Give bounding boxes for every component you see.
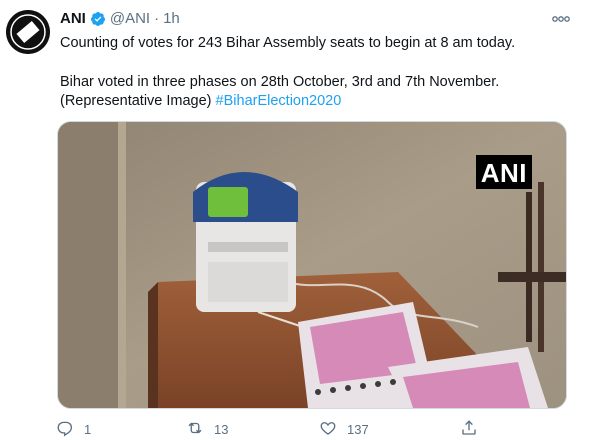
tweet-line-2: Bihar voted in three phases on 28th Octo… bbox=[60, 74, 500, 90]
like-button[interactable]: 137 bbox=[319, 420, 369, 438]
reply-icon bbox=[56, 419, 74, 440]
tweet-text: Counting of votes for 243 Bihar Assembly… bbox=[60, 34, 570, 111]
reply-button[interactable]: 1 bbox=[56, 420, 91, 438]
ani-logo-icon bbox=[6, 10, 50, 54]
author-handle[interactable]: @ANI bbox=[110, 9, 150, 29]
retweet-button[interactable]: 13 bbox=[186, 420, 228, 438]
tweet-card[interactable]: ANI @ANI · 1h Counting of votes for 243 … bbox=[0, 0, 590, 437]
tweet-image[interactable]: ANI bbox=[57, 121, 567, 409]
representative-note: (Representative Image) bbox=[60, 93, 212, 109]
like-count: 137 bbox=[347, 421, 369, 437]
action-bar: 1 13 137 bbox=[56, 419, 496, 440]
separator-dot: · bbox=[154, 10, 160, 27]
tweet-line-1: Counting of votes for 243 Bihar Assembly… bbox=[60, 35, 516, 51]
retweet-icon bbox=[186, 419, 204, 440]
timestamp[interactable]: 1h bbox=[163, 9, 180, 29]
retweet-count: 13 bbox=[214, 421, 229, 437]
tweet-line-3: (Representative Image) #BiharElection202… bbox=[60, 92, 570, 111]
verified-badge-icon bbox=[90, 11, 106, 27]
media-watermark: ANI bbox=[475, 155, 532, 189]
avatar[interactable] bbox=[6, 10, 50, 54]
share-button[interactable] bbox=[460, 419, 478, 440]
more-options-icon[interactable] bbox=[550, 10, 572, 28]
heart-icon bbox=[319, 419, 337, 440]
tweet-header: ANI @ANI · 1h bbox=[60, 9, 574, 29]
share-icon bbox=[460, 419, 478, 440]
author-name[interactable]: ANI bbox=[60, 9, 86, 29]
hashtag-link[interactable]: #BiharElection2020 bbox=[216, 93, 342, 109]
reply-count: 1 bbox=[84, 421, 92, 437]
